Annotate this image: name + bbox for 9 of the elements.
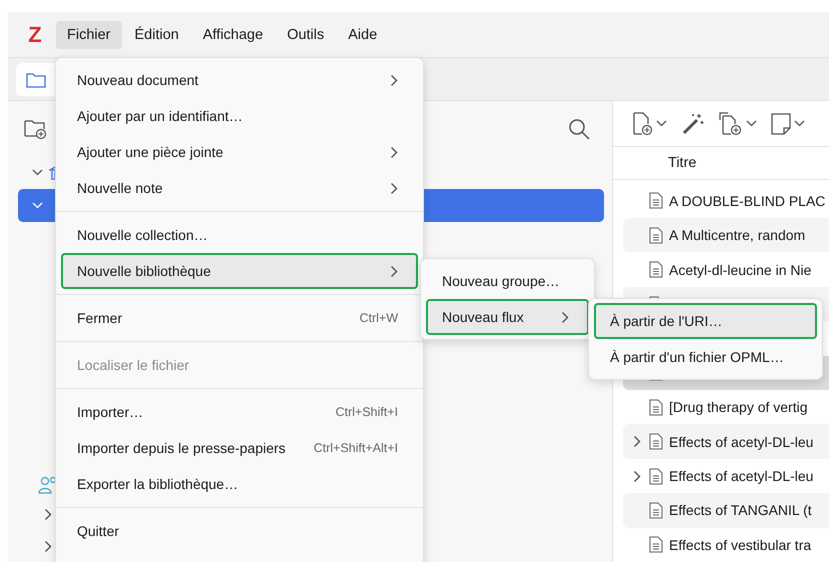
item-title: A Multicentre, random — [669, 227, 806, 244]
item-title: Effects of acetyl-DL-leu — [669, 468, 814, 484]
item-title: [Drug therapy of vertig — [669, 399, 808, 416]
app-logo: Z — [27, 22, 43, 48]
item-title: Acetyl-dl-leucine in Nie — [669, 262, 812, 278]
item-title: A DOUBLE-BLIND PLAC — [669, 192, 826, 209]
item-title: Effects of TANGANIL (t — [669, 502, 812, 518]
item-title: Effects of vestibular tra — [669, 536, 812, 553]
item-title: Effects of acetyl-DL-leu — [669, 434, 814, 450]
